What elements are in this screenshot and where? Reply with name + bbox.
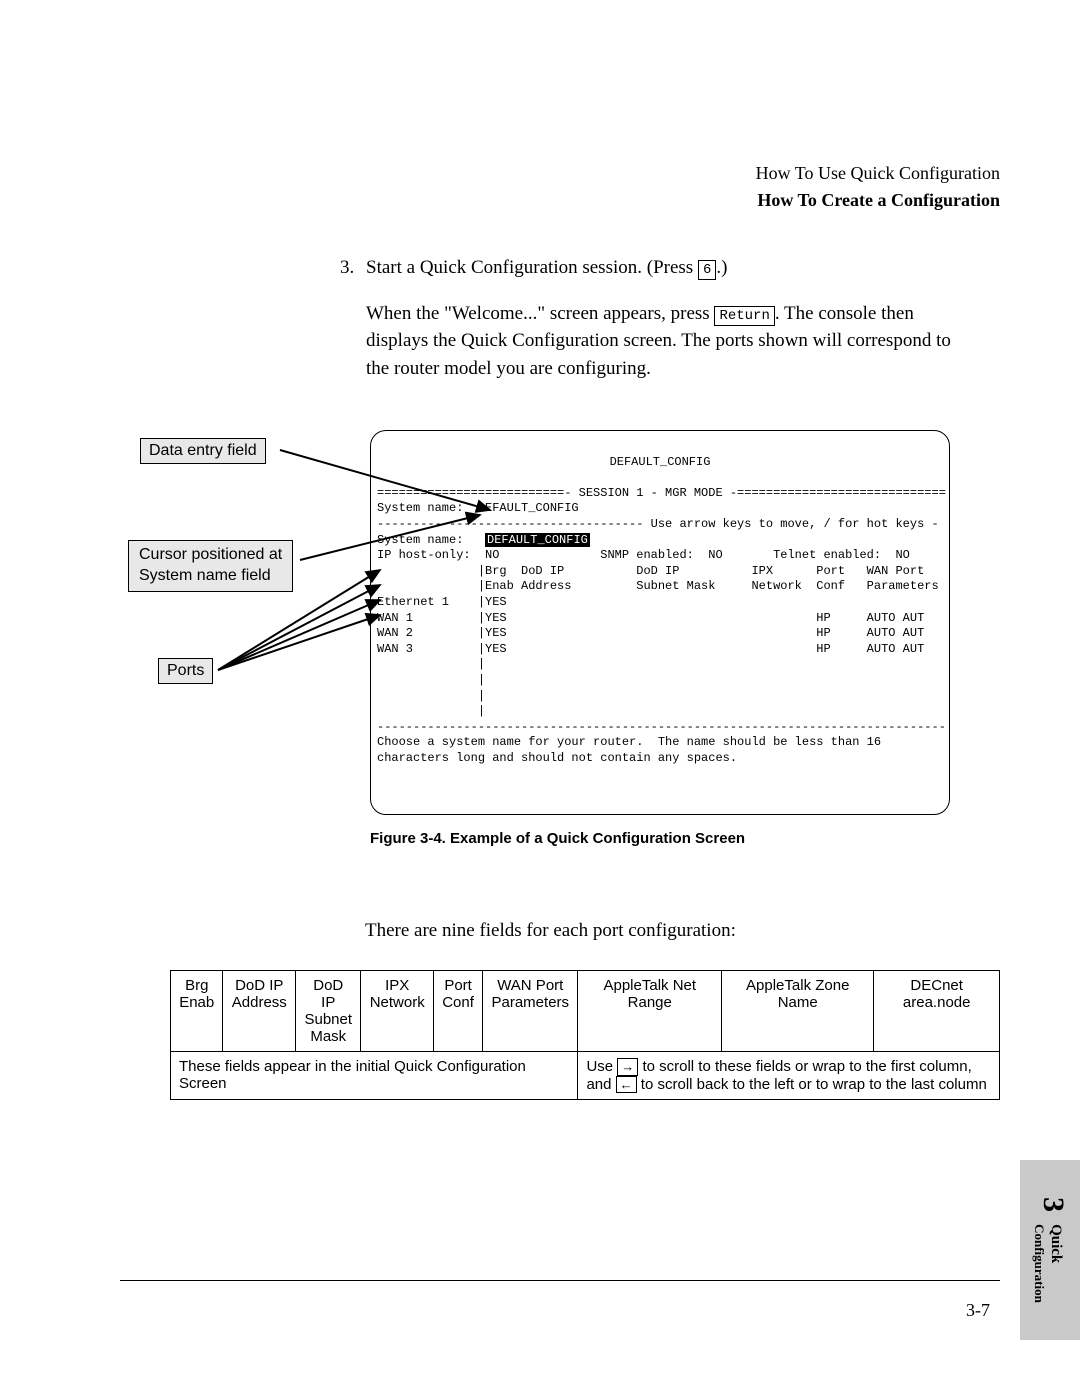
term-title: DEFAULT_CONFIG (377, 455, 943, 471)
term-sys-value: DEFAULT_CONFIG (485, 533, 590, 547)
term-sep: ----------------------------------------… (377, 720, 946, 734)
th-atnet: AppleTalk Net Range (578, 971, 722, 1052)
table-note-row: These fields appear in the initial Quick… (171, 1052, 1000, 1100)
nr1: Use (586, 1058, 617, 1075)
table-header-row: Brg Enab DoD IP Address DoD IP Subnet Ma… (171, 971, 1000, 1052)
step-number: 3. (340, 254, 366, 282)
header-line2: How To Create a Configuration (80, 187, 1000, 214)
th-ipx: IPX Network (361, 971, 434, 1052)
term-row-w3: WAN 3 |YES HP AUTO AUT (377, 642, 924, 656)
term-sysline: System name: DEFAULT_CONFIG (377, 501, 579, 515)
note-right: Use → to scroll to these fields or wrap … (578, 1052, 1000, 1100)
para1-pre: When the "Welcome..." screen appears, pr… (366, 303, 714, 324)
callout-ports: Ports (158, 658, 213, 684)
step3-post: .) (716, 257, 727, 278)
callout-cursor-l2: System name field (139, 566, 282, 587)
key-6: 6 (698, 260, 716, 280)
content-block: 3. Start a Quick Configuration session. … (340, 254, 970, 382)
page-header: How To Use Quick Configuration How To Cr… (80, 160, 1000, 214)
footer-rule (120, 1280, 1000, 1281)
arrow-left-key: ← (616, 1076, 637, 1094)
th-dodip-addr: DoD IP Address (223, 971, 296, 1052)
term-help2: characters long and should not contain a… (377, 751, 737, 765)
callout-cursor: Cursor positioned at System name field (128, 540, 293, 592)
term-row-eth: Ethernet 1 |YES (377, 595, 507, 609)
callout-cursor-l1: Cursor positioned at (139, 545, 282, 566)
term-row-w2: WAN 2 |YES HP AUTO AUT (377, 626, 924, 640)
term-row-w1: WAN 1 |YES HP AUTO AUT (377, 611, 924, 625)
term-hdr1: |Brg DoD IP DoD IP IPX Port WAN Port (377, 564, 924, 578)
fields-table: Brg Enab DoD IP Address DoD IP Subnet Ma… (170, 970, 1000, 1100)
terminal-figure: DEFAULT_CONFIG =========================… (370, 430, 950, 815)
chapter-line2: Configuration (1032, 1224, 1047, 1303)
th-wan-port: WAN Port Parameters (483, 971, 578, 1052)
key-return: Return (714, 306, 774, 326)
page-number: 3-7 (966, 1300, 990, 1321)
th-decnet: DECnet area.node (874, 971, 1000, 1052)
th-brg: Brg Enab (171, 971, 223, 1052)
chapter-tab: 3 Quick Configuration (1020, 1160, 1080, 1340)
chapter-line1: Quick (1048, 1224, 1064, 1263)
note-left: These fields appear in the initial Quick… (171, 1052, 578, 1100)
term-hint: ------------------------------------- Us… (377, 517, 939, 531)
page: How To Use Quick Configuration How To Cr… (0, 0, 1080, 1397)
term-ip: IP host-only: NO SNMP enabled: NO Telnet… (377, 548, 910, 562)
term-sys-label: System name: (377, 533, 485, 547)
paragraph-welcome: When the "Welcome..." screen appears, pr… (366, 300, 970, 383)
th-port-conf: Port Conf (434, 971, 483, 1052)
figure-caption: Figure 3-4. Example of a Quick Configura… (370, 830, 745, 847)
term-session: ==========================- SESSION 1 - … (377, 486, 946, 500)
th-atzone: AppleTalk Zone Name (722, 971, 874, 1052)
fields-intro: There are nine fields for each port conf… (365, 920, 736, 942)
header-line1: How To Use Quick Configuration (80, 160, 1000, 187)
step3-pre: Start a Quick Configuration session. (Pr… (366, 257, 698, 278)
th-dodip-mask: DoD IP Subnet Mask (296, 971, 361, 1052)
nr3: to scroll back to the left or to wrap to… (637, 1076, 987, 1093)
term-help1: Choose a system name for your router. Th… (377, 735, 881, 749)
callout-data-entry: Data entry field (140, 438, 266, 464)
chapter-number: 3 (1037, 1197, 1070, 1212)
term-hdr2: |Enab Address Subnet Mask Network Conf P… (377, 579, 939, 593)
arrow-right-key: → (617, 1058, 638, 1076)
step-3: 3. Start a Quick Configuration session. … (340, 254, 970, 282)
step-text: Start a Quick Configuration session. (Pr… (366, 254, 727, 282)
